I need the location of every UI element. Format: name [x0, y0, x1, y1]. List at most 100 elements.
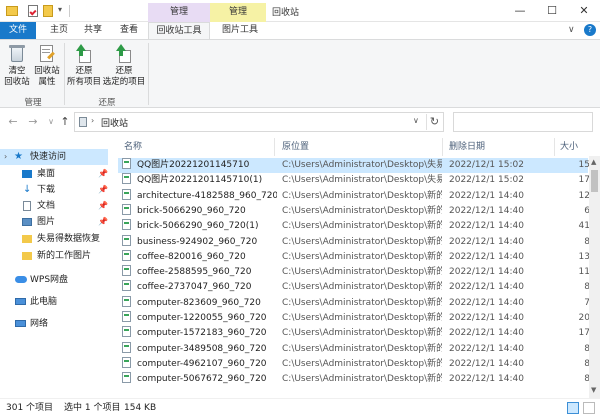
address-bar[interactable]: › 回收站 ∨ [74, 112, 444, 132]
nav-desktop[interactable]: 桌面 📌 [0, 166, 108, 182]
manage-context-tab-1[interactable]: 管理 [148, 3, 210, 22]
recycle-bin-small-icon [79, 117, 87, 127]
file-original-location: C:\Users\Administrator\Desktop\新的... [282, 251, 442, 262]
breadcrumb-recycle-bin[interactable]: 回收站 [101, 116, 128, 129]
help-icon[interactable]: ? [584, 24, 596, 36]
quick-access-properties-icon[interactable] [28, 5, 38, 17]
nav-network[interactable]: 网络 [0, 316, 108, 332]
scroll-down-arrow[interactable]: ▼ [591, 386, 596, 394]
column-separator[interactable] [274, 138, 275, 156]
restore-selected-button[interactable]: 还原 选定的项目 [102, 44, 146, 88]
file-name: computer-3489508_960_720 [137, 343, 267, 354]
scrollbar-thumb[interactable] [591, 170, 598, 192]
file-name: computer-5067672_960_720 [137, 374, 267, 385]
recycle-bin-properties-button[interactable]: 回收站 属性 [33, 44, 61, 88]
restore-all-button[interactable]: 还原 所有项目 [66, 44, 102, 88]
up-button[interactable]: ↑ [58, 114, 72, 130]
nav-quick-access[interactable]: › ★ 快速访问 [0, 149, 108, 165]
column-separator[interactable] [442, 138, 443, 156]
star-icon: ★ [14, 151, 23, 162]
file-size: 8 [584, 374, 590, 385]
image-file-icon [122, 249, 131, 261]
minimize-button[interactable]: — [504, 0, 536, 22]
column-header-size[interactable]: 大小 [560, 138, 590, 156]
nav-pictures[interactable]: 图片 📌 [0, 214, 108, 230]
nav-wps-drive[interactable]: WPS网盘 [0, 272, 108, 288]
table-row[interactable]: computer-1220055_960_720 C:\Users\Adminis… [118, 311, 590, 326]
nav-new-work-pictures[interactable]: 新的工作图片 [0, 248, 108, 264]
back-button[interactable]: ← [6, 114, 20, 130]
image-file-icon [122, 265, 131, 277]
table-row[interactable]: computer-4962107_960_720 C:\Users\Adminis… [118, 356, 590, 372]
table-row[interactable]: architecture-4182588_960_720 C:\Users\Adm… [118, 188, 590, 204]
nav-documents[interactable]: 文档 📌 [0, 198, 108, 214]
nav-downloads[interactable]: ↓ 下载 📌 [0, 182, 108, 198]
table-row[interactable]: computer-1572183_960_720 C:\Users\Adminis… [118, 326, 590, 341]
table-row[interactable]: QQ图片20221201145710 C:\Users\Administrator… [118, 158, 590, 173]
tab-picture-tools[interactable]: 图片工具 [214, 22, 266, 39]
restore-selected-label-1: 还原 [115, 66, 133, 76]
properties-label-2: 属性 [38, 77, 56, 87]
scroll-up-arrow[interactable]: ▲ [591, 158, 596, 166]
table-row[interactable]: computer-5067672_960_720 C:\Users\Adminis… [118, 372, 590, 387]
tab-file[interactable]: 文件 [0, 22, 36, 39]
file-deleted-date: 2022/12/1 14:40 [449, 297, 524, 308]
file-size: 17 [578, 328, 590, 339]
table-row[interactable]: coffee-820016_960_720 C:\Users\Administra… [118, 249, 590, 265]
table-row[interactable]: brick-5066290_960_720 C:\Users\Administra… [118, 203, 590, 219]
file-deleted-date: 2022/12/1 14:40 [449, 343, 524, 354]
tab-view[interactable]: 查看 [114, 22, 144, 39]
column-header-deleted-date[interactable]: 删除日期 [449, 138, 549, 156]
table-row[interactable]: brick-5066290_960_720(1) C:\Users\Adminis… [118, 219, 590, 234]
table-row[interactable]: computer-823609_960_720 C:\Users\Administ… [118, 295, 590, 311]
folder-icon [22, 235, 32, 243]
qat-dropdown-icon[interactable]: ▾ [58, 5, 62, 14]
recent-locations-dropdown[interactable]: ∨ [44, 114, 58, 130]
column-header-location[interactable]: 原位置 [282, 138, 442, 156]
properties-icon [37, 44, 57, 64]
file-size: 8 [584, 236, 590, 247]
quick-access-newfolder-icon[interactable] [43, 5, 53, 17]
file-name: coffee-820016_960_720 [137, 251, 246, 262]
nav-network-label: 网络 [30, 319, 49, 329]
large-icons-view-button[interactable] [583, 402, 595, 414]
refresh-button[interactable]: ↻ [426, 114, 442, 130]
group-separator [148, 43, 149, 105]
file-size: 7 [584, 297, 590, 308]
table-row[interactable]: computer-3489508_960_720 C:\Users\Adminis… [118, 341, 590, 357]
ribbon-collapse-icon[interactable]: ∨ [568, 25, 575, 35]
app-icon [6, 6, 18, 16]
file-name: architecture-4182588_960_720 [137, 190, 277, 201]
table-row[interactable]: QQ图片20221201145710(1) C:\Users\Administra… [118, 173, 590, 188]
column-header-name[interactable]: 名称 [124, 138, 274, 156]
pin-icon: 📌 [98, 201, 108, 210]
group-label-restore: 还原 [98, 98, 116, 108]
vertical-scrollbar[interactable]: ▲ ▼ [589, 156, 600, 398]
image-file-icon [122, 341, 131, 353]
empty-recycle-bin-button[interactable]: 清空 回收站 [4, 44, 30, 88]
title-bar: ▾ 管理 管理 回收站 — ☐ ✕ [0, 0, 600, 22]
maximize-button[interactable]: ☐ [536, 0, 568, 22]
table-row[interactable]: coffee-2737047_960_720 C:\Users\Administr… [118, 280, 590, 295]
close-button[interactable]: ✕ [568, 0, 600, 22]
file-original-location: C:\Users\Administrator\Desktop\新的... [282, 282, 442, 293]
search-input[interactable] [453, 112, 593, 132]
file-name: business-924902_960_720 [137, 236, 258, 247]
address-dropdown-icon[interactable]: ∨ [413, 116, 419, 125]
file-deleted-date: 2022/12/1 14:40 [449, 236, 524, 247]
tab-share[interactable]: 共享 [78, 22, 108, 39]
file-original-location: C:\Users\Administrator\Desktop\新的... [282, 328, 442, 339]
file-name: QQ图片20221201145710(1) [137, 175, 263, 186]
table-row[interactable]: coffee-2588595_960_720 C:\Users\Administr… [118, 265, 590, 280]
forward-button[interactable]: → [26, 114, 40, 130]
details-view-button[interactable] [567, 402, 579, 414]
table-row[interactable]: business-924902_960_720 C:\Users\Administ… [118, 234, 590, 250]
breadcrumb-chevron-icon[interactable]: › [91, 116, 94, 125]
file-name: coffee-2737047_960_720 [137, 282, 252, 293]
nav-this-pc[interactable]: 此电脑 [0, 294, 108, 310]
tab-home[interactable]: 主页 [44, 22, 74, 39]
tab-recycle-bin-tools[interactable]: 回收站工具 [148, 22, 210, 39]
manage-context-tab-2[interactable]: 管理 [210, 3, 266, 22]
nav-lost-data-recovery[interactable]: 失易得数据恢复 [0, 231, 108, 247]
column-separator[interactable] [554, 138, 555, 156]
